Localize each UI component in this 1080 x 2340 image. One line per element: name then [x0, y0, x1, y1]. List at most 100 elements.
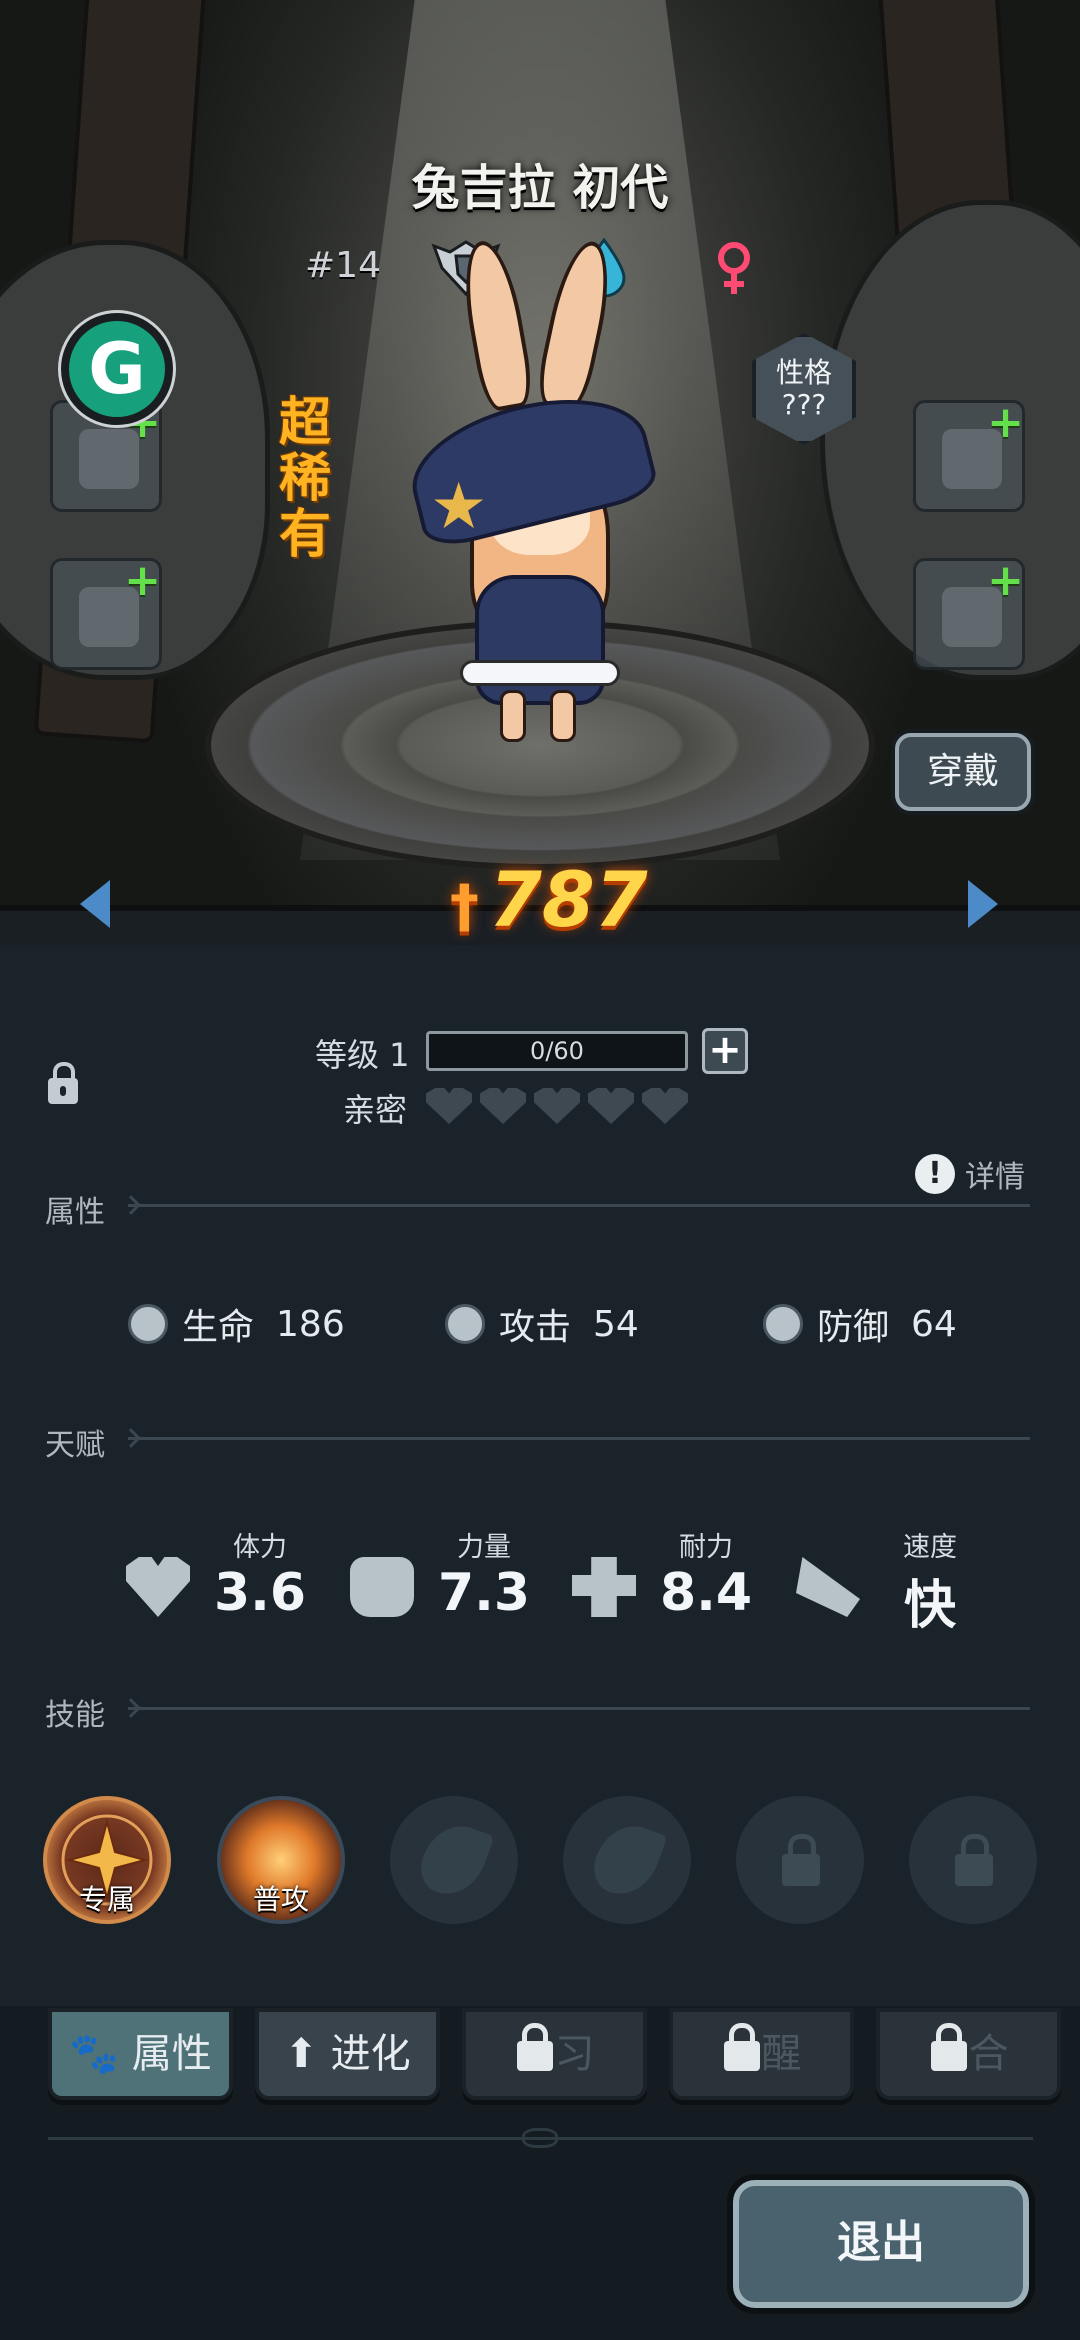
- stat-label: 防御: [817, 1307, 890, 1348]
- stat-attack: 攻击 54: [445, 1298, 639, 1350]
- skill-slot-empty[interactable]: [563, 1796, 691, 1924]
- fist-icon: [350, 1557, 414, 1617]
- talent-value: 7.3: [437, 1563, 531, 1623]
- lock-icon: [516, 2023, 553, 2071]
- female-gender-icon: [718, 242, 750, 294]
- skill-label: 普攻: [252, 1883, 309, 1916]
- health-icon: [128, 1304, 168, 1344]
- info-icon: !: [915, 1154, 955, 1194]
- lock-icon: [930, 2023, 967, 2071]
- muscle-icon: [572, 1557, 636, 1617]
- tab-fuse-locked[interactable]: 合: [876, 2008, 1061, 2100]
- equip-slot-accessory[interactable]: +: [913, 397, 1025, 512]
- section-title-attributes: 属性: [45, 1195, 105, 1230]
- defense-icon: [763, 1304, 803, 1344]
- heart-icon: [588, 1088, 634, 1124]
- equip-slot-armor[interactable]: +: [50, 555, 162, 670]
- lock-icon: [723, 2023, 760, 2071]
- skill-basic-attack[interactable]: 普攻: [217, 1796, 345, 1924]
- wing-icon: [796, 1557, 860, 1617]
- section-divider: [128, 1707, 1030, 1710]
- rarity-label: 超稀有: [278, 393, 331, 565]
- flame-icon: [586, 1815, 668, 1905]
- stat-label: 生命: [182, 1307, 255, 1348]
- combat-power: † 787: [450, 855, 648, 945]
- skill-slot-locked[interactable]: [736, 1796, 864, 1924]
- add-icon: +: [987, 555, 1024, 606]
- talent-endurance: 耐力 8.4: [572, 1525, 762, 1635]
- detail-link[interactable]: ! 详情: [915, 1152, 1025, 1196]
- skill-exclusive[interactable]: 专属: [43, 1796, 171, 1924]
- next-character-arrow[interactable]: [968, 880, 998, 928]
- equip-slot-item[interactable]: +: [913, 555, 1025, 670]
- paw-icon: 🐾: [69, 2031, 120, 2077]
- tab-label: 合: [968, 2031, 1009, 2077]
- detail-label: 详情: [965, 1160, 1025, 1195]
- flame-icon: [413, 1815, 495, 1905]
- section-divider: [128, 1204, 1030, 1207]
- wear-button[interactable]: 穿戴: [895, 733, 1031, 811]
- divider-ornament: [522, 2128, 558, 2148]
- tab-awaken-locked[interactable]: 醒: [669, 2008, 854, 2100]
- talent-label: 耐力: [679, 1532, 733, 1563]
- attack-icon: [445, 1304, 485, 1344]
- talent-label: 速度: [903, 1532, 957, 1563]
- overlay-g-button[interactable]: G: [58, 310, 176, 428]
- stat-label: 攻击: [499, 1307, 572, 1348]
- skill-label: 专属: [78, 1883, 135, 1916]
- add-icon: +: [124, 555, 161, 606]
- skill-slot-empty[interactable]: [390, 1796, 518, 1924]
- heart-icon: [642, 1088, 688, 1124]
- add-icon: +: [987, 397, 1024, 448]
- stat-health: 生命 186: [128, 1298, 345, 1350]
- skill-slot-locked[interactable]: [909, 1796, 1037, 1924]
- level-progress-bar: 0/60: [426, 1031, 688, 1071]
- arrow-up-icon: ⬆: [284, 2031, 318, 2077]
- talent-stamina: 体力 3.6: [126, 1525, 316, 1635]
- heart-icon: [534, 1088, 580, 1124]
- tab-label: 进化: [330, 2031, 411, 2077]
- level-label: 等级 1: [315, 1036, 410, 1074]
- previous-character-arrow[interactable]: [80, 880, 110, 928]
- heart-icon: [126, 1557, 190, 1617]
- power-value: 787: [489, 855, 648, 944]
- left-leg: [500, 690, 526, 742]
- tab-evolution[interactable]: ⬆ 进化: [255, 2008, 440, 2100]
- lock-icon: [955, 1834, 993, 1886]
- talent-label: 力量: [457, 1532, 511, 1563]
- tab-label: 属性: [131, 2031, 212, 2077]
- section-title-skills: 技能: [45, 1698, 105, 1733]
- heart-icon: [480, 1088, 526, 1124]
- tab-attributes[interactable]: 🐾 属性: [48, 2008, 233, 2100]
- right-leg: [550, 690, 576, 742]
- talent-value: 3.6: [213, 1563, 307, 1623]
- right-ear: [532, 236, 620, 414]
- tab-label: 习: [554, 2031, 595, 2077]
- tab-learn-locked[interactable]: 习: [462, 2008, 647, 2100]
- stat-defense: 防御 64: [763, 1298, 957, 1350]
- g-logo-icon: G: [69, 321, 165, 417]
- personality-label: 性格: [775, 356, 832, 389]
- talent-label: 体力: [233, 1532, 287, 1563]
- heart-icon: [426, 1088, 472, 1124]
- fur-trim: [460, 660, 620, 686]
- talent-value: 快: [903, 1576, 956, 1636]
- exit-button[interactable]: 退出: [733, 2180, 1029, 2308]
- left-ear: [455, 236, 537, 414]
- star-ornament-icon: ★: [430, 470, 488, 544]
- personality-value: ???: [781, 388, 827, 421]
- section-divider: [128, 1437, 1030, 1440]
- lock-icon: [782, 1834, 820, 1886]
- tab-label: 醒: [761, 2031, 802, 2077]
- talent-strength: 力量 7.3: [350, 1525, 540, 1635]
- talent-value: 8.4: [659, 1563, 753, 1623]
- stat-value: 64: [911, 1303, 957, 1345]
- level-up-button[interactable]: +: [702, 1028, 748, 1074]
- character-name: 兔吉拉 初代: [411, 160, 669, 216]
- talent-speed: 速度 快: [796, 1525, 986, 1636]
- lock-icon[interactable]: [48, 1062, 78, 1104]
- intimacy-label: 亲密: [343, 1091, 408, 1129]
- stat-value: 186: [276, 1303, 345, 1345]
- stat-value: 54: [593, 1303, 639, 1345]
- character-sprite: ★: [350, 236, 710, 760]
